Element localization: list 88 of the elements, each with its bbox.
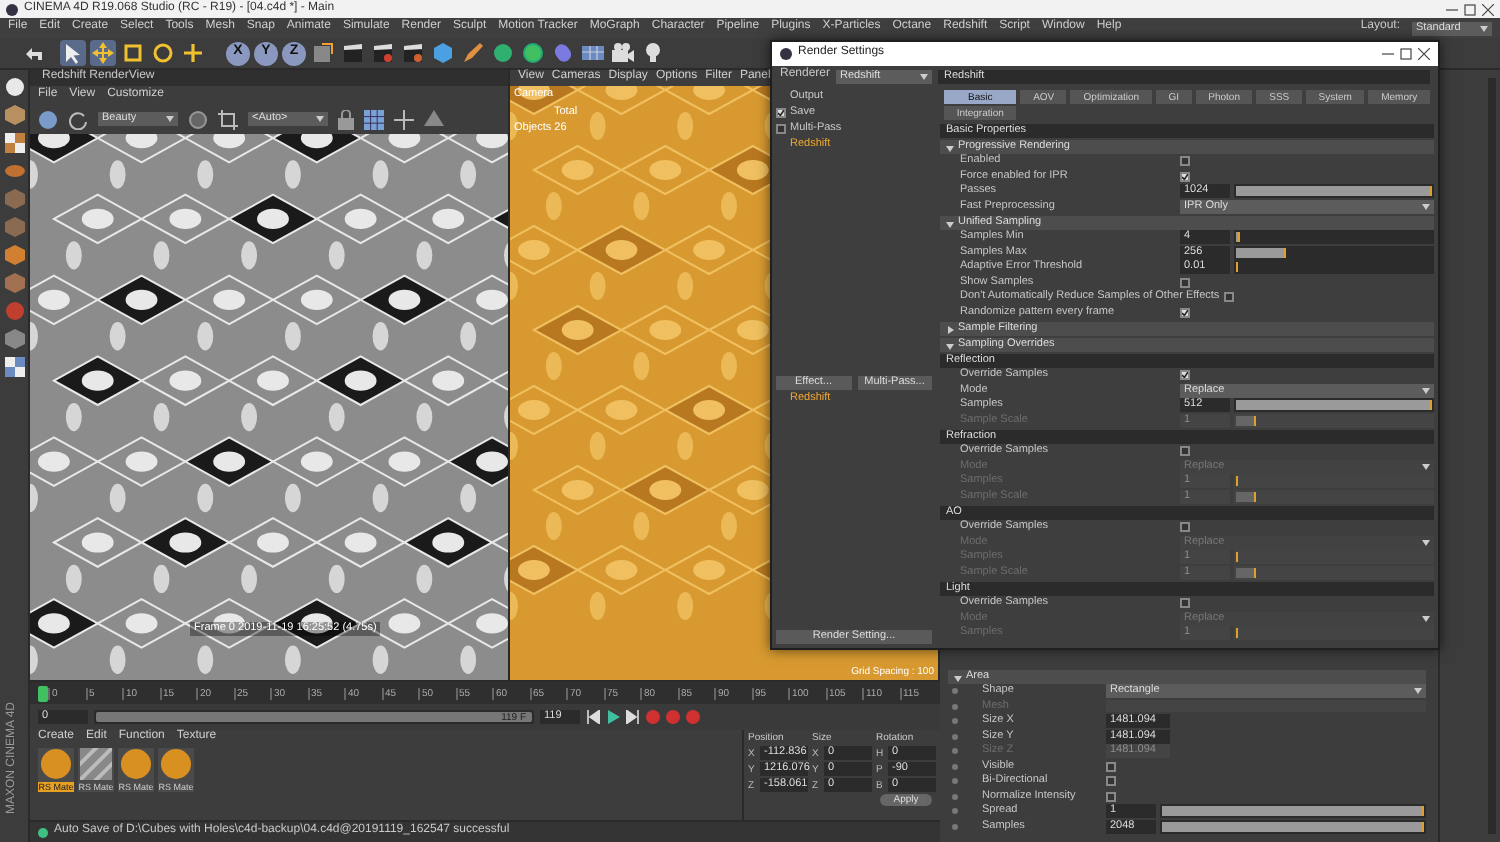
caret-icon [1414, 688, 1422, 695]
slider-track[interactable] [1234, 245, 1434, 260]
keyframe-dot-icon[interactable] [952, 823, 958, 830]
caret-icon [1422, 539, 1430, 546]
maximize-icon[interactable] [1400, 48, 1412, 60]
cube-icon[interactable] [3, 244, 25, 266]
minimize-icon[interactable] [1382, 48, 1394, 60]
refresh-icon[interactable] [68, 109, 88, 129]
circle-icon[interactable] [188, 109, 208, 129]
rotate-icon [150, 40, 176, 66]
go-to-start-icon[interactable] [586, 710, 600, 724]
plus-icon [180, 40, 206, 66]
tool-button[interactable] [310, 40, 336, 66]
minimize-icon[interactable] [1446, 3, 1458, 15]
sphere-icon [160, 748, 192, 780]
checkbox[interactable] [1180, 156, 1190, 167]
tool-button[interactable] [150, 40, 176, 66]
keyframe-dot-icon[interactable] [952, 748, 958, 755]
tool-button[interactable] [340, 40, 366, 66]
tool-button[interactable] [400, 40, 426, 66]
checkbox[interactable] [776, 124, 786, 134]
scale-icon [120, 40, 146, 66]
sphere-icon [520, 40, 546, 66]
tool-button[interactable] [370, 40, 396, 66]
checkbox[interactable] [1180, 522, 1190, 533]
checkbox[interactable] [1106, 761, 1116, 772]
close-icon[interactable] [1418, 48, 1430, 60]
keyframe-dot-icon[interactable] [952, 778, 958, 785]
slider-track[interactable] [1234, 550, 1434, 565]
caret-icon [166, 116, 174, 122]
slider-track[interactable] [1234, 565, 1434, 580]
keyframe-dot-icon[interactable] [952, 733, 958, 740]
app-logo-icon [780, 48, 792, 60]
go-to-end-icon[interactable] [626, 710, 640, 724]
slider-track[interactable] [1234, 489, 1434, 504]
tool-button[interactable] [120, 40, 146, 66]
caret-icon [1480, 25, 1488, 31]
caret-icon [1422, 615, 1430, 622]
checkbox[interactable] [1180, 598, 1190, 609]
slider-track[interactable] [1234, 626, 1434, 641]
checkbox[interactable] [1180, 446, 1190, 457]
play-icon[interactable] [606, 710, 620, 724]
move-icon [90, 40, 116, 66]
slider-track[interactable] [1234, 413, 1434, 428]
cube-icon[interactable] [3, 104, 25, 126]
light-bulb-icon [640, 40, 666, 66]
checker-icon[interactable] [3, 132, 25, 154]
checkbox[interactable] [1223, 292, 1234, 303]
sphere-icon [490, 40, 516, 66]
move-icon[interactable] [394, 109, 414, 129]
keyframe-dot-icon[interactable] [952, 718, 958, 725]
caret-icon [1422, 203, 1430, 210]
checkbox[interactable] [1180, 277, 1190, 288]
tool-button[interactable] [180, 40, 206, 66]
checkbox[interactable] [1180, 370, 1190, 381]
cube-icon[interactable] [3, 216, 25, 238]
checkbox[interactable] [1106, 776, 1116, 787]
undo-icon [24, 45, 44, 61]
tool-button[interactable] [610, 40, 636, 66]
cube-icon[interactable] [3, 188, 25, 210]
keyframe-dot-icon[interactable] [952, 763, 958, 770]
slider-track[interactable] [1234, 474, 1434, 489]
maximize-icon[interactable] [1464, 3, 1476, 15]
keyframe-dot-icon[interactable] [952, 808, 958, 815]
checkbox[interactable] [776, 108, 786, 118]
caret-icon [1422, 463, 1430, 470]
checkbox[interactable] [1180, 307, 1190, 318]
keyframe-dot-icon[interactable] [952, 688, 958, 695]
coordinate-icon [310, 40, 336, 66]
slider-track[interactable] [1234, 230, 1434, 245]
checkbox[interactable] [1180, 171, 1190, 182]
caret-icon [1422, 387, 1430, 394]
camera-icon [610, 40, 636, 66]
status-dot-icon [38, 827, 48, 837]
striped-thumbnail-icon [80, 748, 112, 780]
tool-button[interactable] [60, 40, 86, 66]
frame-marker-icon[interactable] [38, 685, 48, 701]
link-field[interactable] [1106, 700, 1426, 713]
crop-icon[interactable] [218, 109, 238, 129]
checkbox[interactable] [1106, 791, 1116, 802]
slider-track[interactable] [1234, 260, 1434, 275]
keyframe-dot-icon[interactable] [952, 703, 958, 710]
caret-icon [316, 116, 324, 122]
sphere-icon [120, 748, 152, 780]
close-icon[interactable] [1482, 3, 1494, 15]
tool-button[interactable] [640, 40, 666, 66]
sphere-icon [40, 748, 72, 780]
keyframe-dot-icon[interactable] [952, 793, 958, 800]
